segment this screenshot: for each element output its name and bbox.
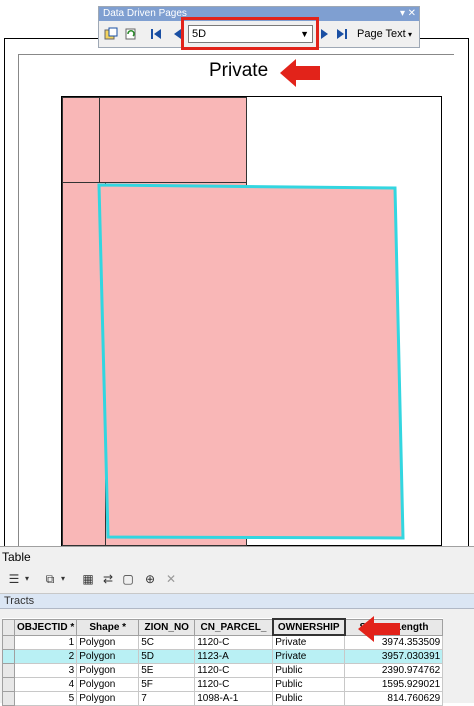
table-window: Table ☰ ▾ ⧉ ▾ ▦ ⇄ ▢ ⊕ ✕ Tracts OBJECTID … [0, 546, 474, 706]
refresh-pages-glyph [125, 28, 136, 40]
table-row[interactable]: 5 Polygon 7 1098-A-1 Public 814.760629 [2, 691, 444, 706]
cell-ownership: Public [272, 663, 346, 678]
cell-shape: Polygon [76, 649, 140, 664]
table-options-icon[interactable]: ☰ [6, 571, 22, 587]
cell-zion-no: 5C [138, 634, 196, 650]
cell-cn-parcel: 1120-C [194, 663, 274, 678]
chevron-down-icon[interactable]: ▾ [22, 571, 32, 587]
table-tab-tracts[interactable]: Tracts [0, 594, 474, 609]
cell-objectid: 5 [13, 691, 78, 706]
related-tables-icon[interactable]: ⧉ [42, 571, 58, 587]
table-toolbar: ☰ ▾ ⧉ ▾ ▦ ⇄ ▢ ⊕ ✕ [0, 567, 474, 594]
row-selector[interactable] [2, 634, 15, 650]
first-page-icon [151, 29, 161, 39]
row-selector[interactable] [2, 691, 15, 706]
table-row[interactable]: 3 Polygon 5E 1120-C Public 2390.974762 [2, 663, 444, 678]
switch-selection-icon[interactable]: ⇄ [100, 571, 116, 587]
table-row[interactable]: 4 Polygon 5F 1120-C Public 1595.929021 [2, 677, 444, 692]
cell-ownership: Public [272, 677, 346, 692]
row-selector[interactable] [2, 663, 15, 678]
toolbar-options-icon[interactable]: ▾ [400, 7, 405, 21]
zoom-to-selected-icon[interactable]: ⊕ [142, 571, 158, 587]
refresh-pages-icon[interactable] [123, 25, 139, 43]
data-frame[interactable] [61, 96, 442, 546]
layout-view: Private Data Driven Pages ▾ ✕ 5D ▼ Page … [0, 0, 474, 548]
table-row-selected[interactable]: 2 Polygon 5D 1123-A Private 3957.030391 [2, 649, 444, 664]
cell-ownership: Private [272, 649, 346, 664]
column-header[interactable]: CN_PARCEL_ [194, 618, 274, 636]
selected-parcel-5d[interactable] [62, 97, 443, 547]
cell-objectid: 2 [13, 649, 78, 664]
ddp-setup-icon[interactable] [103, 25, 119, 43]
row-selector[interactable] [2, 649, 15, 664]
last-page-button[interactable] [335, 25, 349, 43]
cell-ownership: Public [272, 691, 346, 706]
clear-selection-icon[interactable]: ▢ [120, 571, 136, 587]
cell-shape: Polygon [76, 663, 140, 678]
cell-cn-parcel: 1120-C [194, 634, 274, 650]
cell-shape: Polygon [76, 677, 140, 692]
cell-shape: Polygon [76, 691, 140, 706]
table-window-title: Table [2, 550, 31, 564]
cell-zion-no: 5E [138, 663, 196, 678]
cell-shape-length: 2390.974762 [344, 663, 444, 678]
annotation-arrow-title [280, 59, 320, 87]
ddp-toolbar-title: Data Driven Pages [103, 8, 187, 19]
next-page-button[interactable] [319, 25, 331, 43]
last-page-icon [337, 29, 347, 39]
page-text-menu-button[interactable]: Page Text ▾ [357, 25, 412, 43]
cell-shape: Polygon [76, 634, 140, 650]
dynamic-page-title[interactable]: Private [209, 60, 268, 82]
next-page-icon [321, 29, 328, 39]
chevron-down-icon: ▾ [405, 30, 412, 39]
cell-zion-no: 7 [138, 691, 196, 706]
select-by-attributes-icon[interactable]: ▦ [80, 571, 96, 587]
cell-shape-length: 1595.929021 [344, 677, 444, 692]
cell-objectid: 3 [13, 663, 78, 678]
close-icon[interactable]: ✕ [408, 7, 416, 21]
cell-objectid: 1 [13, 634, 78, 650]
annotation-arrow-row [358, 616, 400, 642]
cell-cn-parcel: 1120-C [194, 677, 274, 692]
cell-objectid: 4 [13, 677, 78, 692]
cell-ownership: Private [272, 634, 346, 650]
row-selector[interactable] [2, 677, 15, 692]
cell-cn-parcel: 1123-A [194, 649, 274, 664]
ddp-setup-glyph [104, 27, 118, 40]
column-header[interactable]: ZION_NO [138, 618, 196, 636]
row-header-corner [2, 618, 15, 636]
annotation-highlight-box [181, 17, 319, 50]
delete-selected-icon[interactable]: ✕ [163, 571, 179, 587]
cell-zion-no: 5F [138, 677, 196, 692]
cell-shape-length: 3957.030391 [344, 649, 444, 664]
cell-shape-length: 814.760629 [344, 691, 444, 706]
cell-zion-no: 5D [138, 649, 196, 664]
column-header[interactable]: Shape * [76, 618, 140, 636]
first-page-button[interactable] [149, 25, 163, 43]
chevron-down-icon[interactable]: ▾ [58, 571, 68, 587]
page-text-label: Page Text [357, 28, 406, 40]
column-header[interactable]: OBJECTID * [13, 618, 78, 636]
cell-cn-parcel: 1098-A-1 [194, 691, 274, 706]
column-header-ownership[interactable]: OWNERSHIP [271, 618, 346, 636]
